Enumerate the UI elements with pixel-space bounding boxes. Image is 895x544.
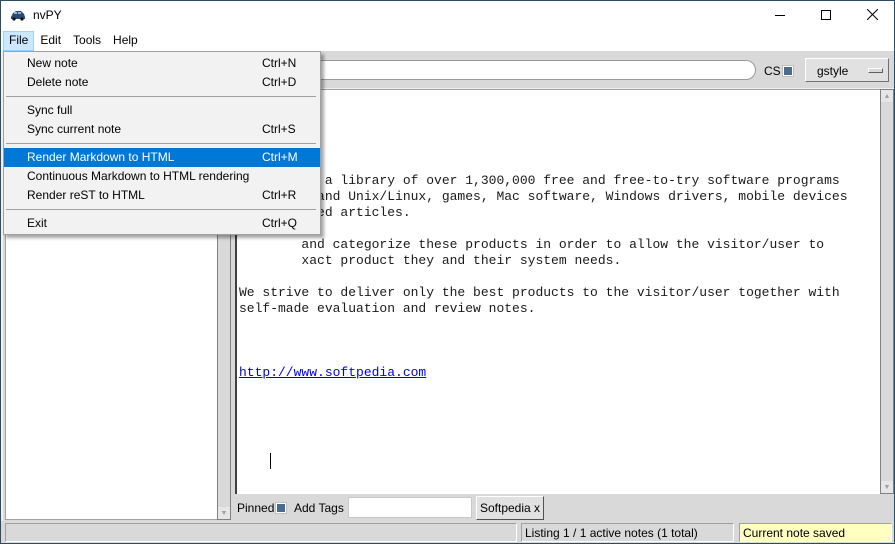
menu-item-shortcut: Ctrl+Q	[262, 216, 298, 230]
pinned-label: Pinned	[237, 501, 275, 515]
scroll-down-icon[interactable]: ▼	[218, 507, 230, 519]
menu-item-sync-current-note[interactable]: Sync current note Ctrl+S	[4, 120, 320, 139]
menu-item-shortcut: Ctrl+R	[262, 188, 297, 202]
status-save-state: Current note saved	[739, 523, 892, 542]
note-line: xact product they and their system needs…	[239, 253, 622, 268]
menu-item-label: Delete note	[27, 75, 89, 89]
tag-bar: Pinned Add Tags Softpedia x	[233, 494, 894, 521]
note-line: self-made evaluation and review notes.	[239, 301, 536, 316]
note-editor[interactable]: is a library of over 1,300,000 free and …	[235, 89, 880, 494]
menu-item-new-note[interactable]: New note Ctrl+N	[4, 54, 320, 73]
menu-item-shortcut: Ctrl+N	[262, 56, 297, 70]
menu-edit[interactable]: Edit	[34, 31, 67, 51]
menu-item-label: Render Markdown to HTML	[27, 150, 175, 164]
note-link[interactable]: http://www.softpedia.com	[239, 365, 426, 380]
minimize-icon	[775, 9, 785, 23]
search-toolbar: CS gstyle	[233, 51, 894, 88]
close-icon	[866, 8, 878, 23]
editor-scrollbar[interactable]: ▲ ▼	[880, 89, 894, 494]
menu-help[interactable]: Help	[107, 31, 144, 51]
style-select-value: gstyle	[817, 64, 849, 78]
menu-item-label: Sync current note	[27, 122, 122, 136]
menu-item-exit[interactable]: Exit Ctrl+Q	[4, 214, 320, 233]
scroll-down-icon[interactable]: ▼	[881, 481, 893, 493]
style-select[interactable]: gstyle	[805, 58, 889, 82]
menu-item-shortcut: Ctrl+M	[262, 150, 298, 164]
note-line	[239, 221, 880, 237]
note-text: is a library of over 1,300,000 free and …	[239, 157, 880, 333]
title-bar: nvPY	[1, 1, 894, 31]
menu-file[interactable]: File	[3, 31, 35, 51]
menu-separator	[4, 92, 320, 101]
window-title: nvPY	[33, 8, 62, 22]
menu-tools[interactable]: Tools	[67, 31, 107, 51]
menu-separator	[4, 205, 320, 214]
menu-item-shortcut: Ctrl+S	[262, 122, 296, 136]
maximize-icon	[821, 9, 831, 23]
status-message	[5, 523, 517, 542]
pinned-checkbox[interactable]	[275, 502, 287, 514]
option-menu-indicator-icon	[868, 68, 883, 73]
add-tags-label: Add Tags	[294, 501, 344, 515]
case-sensitive-checkbox[interactable]	[782, 65, 794, 77]
text-caret	[270, 453, 272, 469]
menu-item-shortcut: Ctrl+D	[262, 75, 297, 89]
note-line: We strive to deliver only the best produ…	[239, 285, 840, 300]
menu-item-render-rest[interactable]: Render reST to HTML Ctrl+R	[4, 186, 320, 205]
add-tags-input[interactable]	[348, 497, 472, 518]
note-line	[239, 157, 880, 173]
scroll-up-icon[interactable]: ▲	[881, 90, 893, 102]
note-line: ated articles.	[239, 205, 411, 220]
note-line	[239, 269, 880, 285]
minimize-button[interactable]	[757, 1, 803, 31]
maximize-button[interactable]	[803, 1, 849, 31]
note-line: is a library of over 1,300,000 free and …	[239, 173, 840, 188]
menu-item-delete-note[interactable]: Delete note Ctrl+D	[4, 73, 320, 92]
menu-item-sync-full[interactable]: Sync full	[4, 101, 320, 120]
tag-button[interactable]: Softpedia x	[476, 496, 544, 520]
menu-item-continuous-markdown[interactable]: Continuous Markdown to HTML rendering	[4, 167, 320, 186]
menu-bar: File Edit Tools Help	[1, 31, 894, 51]
menu-separator	[4, 139, 320, 148]
menu-item-label: New note	[27, 56, 78, 70]
note-line: s and Unix/Linux, games, Mac software, W…	[239, 189, 848, 204]
status-listing: Listing 1 / 1 active notes (1 total)	[521, 523, 734, 542]
note-line	[239, 317, 880, 333]
car-icon	[10, 10, 26, 21]
menu-item-label: Exit	[27, 216, 48, 230]
file-menu-dropdown: New note Ctrl+N Delete note Ctrl+D Sync …	[3, 51, 321, 235]
menu-item-label: Continuous Markdown to HTML rendering	[27, 169, 250, 183]
case-sensitive-label: CS	[764, 64, 781, 78]
note-line: and categorize these products in order t…	[239, 237, 825, 252]
close-button[interactable]	[849, 1, 895, 31]
menu-item-render-markdown[interactable]: Render Markdown to HTML Ctrl+M	[4, 148, 320, 167]
app-window: nvPY File Edit Tools Help ▲ ▼	[0, 0, 895, 544]
menu-item-label: Render reST to HTML	[27, 188, 145, 202]
menu-item-label: Sync full	[27, 103, 73, 117]
status-bar: Listing 1 / 1 active notes (1 total) Cur…	[1, 521, 894, 543]
